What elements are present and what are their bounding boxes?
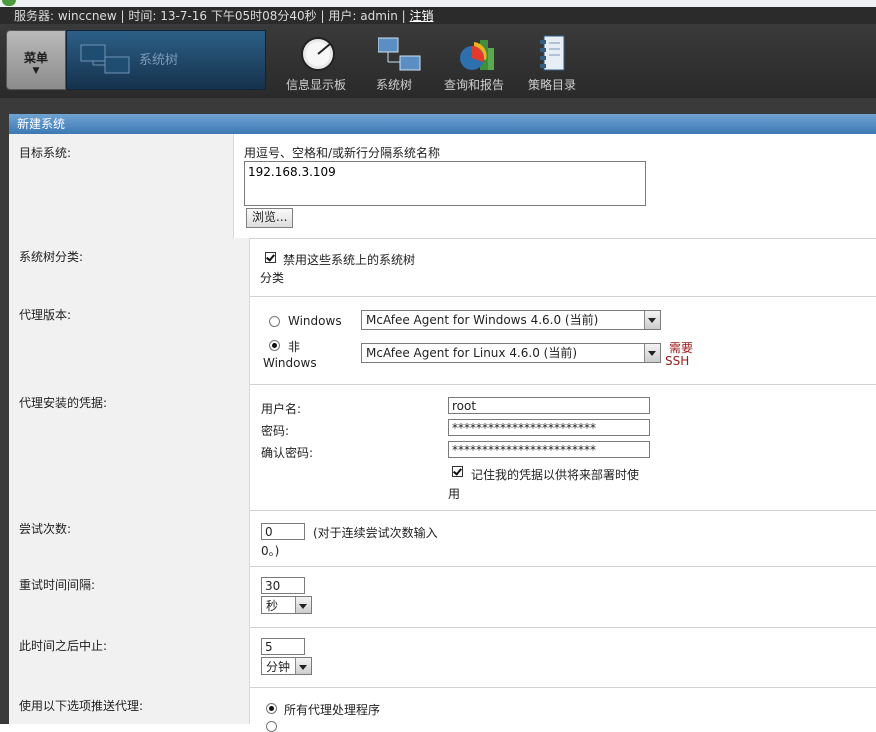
all-agent-handlers-radio[interactable] <box>266 703 277 714</box>
non-windows-radio[interactable] <box>269 340 280 351</box>
confirm-password-field[interactable] <box>448 441 650 458</box>
specific-agent-handler-radio[interactable] <box>266 721 277 732</box>
nav-item-label: 信息显示板 <box>285 78 346 92</box>
target-systems-hint: 用逗号、空格和/或新行分隔系统名称 <box>244 146 441 160</box>
attempts-label: 尝试次数: <box>19 522 72 536</box>
query-report-icon <box>460 40 494 70</box>
disable-tree-sorting-text-wrap: 分类 <box>260 271 285 285</box>
row-tree-sorting: 系统树分类: 禁用这些系统上的系统树 分类 <box>9 238 876 297</box>
menu-button-label: 菜单 <box>23 51 48 65</box>
retry-interval-unit-value: 秒 <box>266 599 279 613</box>
nav-item-system-tree[interactable]: 系统树 <box>354 32 434 94</box>
user-label: 用户: <box>328 9 357 23</box>
all-agent-handlers-label: 所有代理处理程序 <box>284 703 381 717</box>
attempts-field[interactable] <box>261 523 305 540</box>
remember-credentials-checkbox[interactable] <box>452 466 463 477</box>
policy-catalog-icon <box>540 35 565 71</box>
linux-agent-select[interactable]: McAfee Agent for Linux 4.6.0 (当前) <box>361 343 661 363</box>
linux-agent-select-value: McAfee Agent for Linux 4.6.0 (当前) <box>366 346 578 360</box>
ssh-required-note-wrap: SSH <box>665 354 690 368</box>
confirm-password-label: 确认密码: <box>261 446 314 460</box>
password-label: 密码: <box>261 424 290 438</box>
tree-sorting-label: 系统树分类: <box>19 250 84 264</box>
system-tree-icon <box>378 37 421 71</box>
chevron-down-icon <box>644 344 660 362</box>
disable-tree-sorting-text: 禁用这些系统上的系统树 <box>283 253 416 267</box>
time-label: 时间: <box>128 9 157 23</box>
status-bar: 服务器: winccnew | 时间: 13-7-16 下午05时08分40秒 … <box>0 0 876 24</box>
row-credentials: 代理安装的凭据: 用户名: 密码: 确认密码: 记住我的凭据以供将来部署时使 用 <box>9 384 876 511</box>
credentials-label: 代理安装的凭据: <box>19 396 108 410</box>
row-label-cell: 此时间之后中止: <box>9 627 250 687</box>
server-label: 服务器: <box>14 9 55 23</box>
non-windows-radio-label: 非 <box>288 340 301 354</box>
time-value: 13-7-16 下午05时08分40秒 <box>160 9 317 23</box>
nav-item-label: 策略目录 <box>527 78 576 92</box>
windows-radio[interactable] <box>269 316 280 327</box>
menu-button[interactable]: 菜单 ▼ <box>6 30 66 90</box>
abort-after-unit-select[interactable]: 分钟 <box>261 657 312 675</box>
retry-interval-unit-select[interactable]: 秒 <box>261 596 312 614</box>
push-agent-via-label: 使用以下选项推送代理: <box>19 699 144 713</box>
remember-credentials-text-wrap: 用 <box>448 487 461 501</box>
target-systems-label: 目标系统: <box>19 146 72 160</box>
row-attempts: 尝试次数: (对于连续尝试次数输入 0。) <box>9 510 876 567</box>
retry-interval-field[interactable] <box>261 577 305 594</box>
row-label-cell: 目标系统: <box>9 134 234 238</box>
server-name: winccnew <box>57 9 117 23</box>
current-section[interactable]: 系统树 <box>66 30 266 90</box>
abort-after-label: 此时间之后中止: <box>19 639 108 653</box>
abort-after-unit-value: 分钟 <box>266 660 291 674</box>
system-tree-icon <box>80 44 130 74</box>
logout-link[interactable]: 注销 <box>410 9 434 23</box>
row-label-cell: 重试时间间隔: <box>9 566 250 627</box>
windows-radio-label: Windows <box>288 314 342 328</box>
chevron-down-icon <box>295 658 311 674</box>
non-windows-radio-label-wrap: Windows <box>263 356 317 370</box>
row-label-cell: 代理安装的凭据: <box>9 384 250 510</box>
new-system-form: 目标系统: 用逗号、空格和/或新行分隔系统名称 192.168.3.109 浏览… <box>9 134 876 732</box>
target-systems-input[interactable]: 192.168.3.109 <box>244 161 646 206</box>
browse-button[interactable]: 浏览... <box>246 208 294 228</box>
nav-item-label: 查询和报告 <box>443 78 504 92</box>
nav-item-dashboard[interactable]: 信息显示板 <box>276 32 356 94</box>
row-agent-version: 代理版本: Windows McAfee Agent for Windows 4… <box>9 296 876 385</box>
username-label: 用户名: <box>261 402 302 416</box>
row-retry-interval: 重试时间间隔: 秒 <box>9 566 876 628</box>
remember-credentials-text: 记住我的凭据以供将来部署时使 <box>471 468 640 482</box>
attempts-hint-wrap: 0。) <box>261 544 280 558</box>
attempts-hint: (对于连续尝试次数输入 <box>313 526 438 540</box>
section-title: 新建系统 <box>17 117 66 131</box>
password-field[interactable] <box>448 419 650 436</box>
abort-after-field[interactable] <box>261 638 305 655</box>
agent-version-label: 代理版本: <box>19 308 72 322</box>
row-label-cell: 尝试次数: <box>9 510 250 566</box>
row-label-cell: 使用以下选项推送代理: <box>9 687 250 724</box>
username-field[interactable] <box>448 397 650 414</box>
row-abort-after: 此时间之后中止: 分钟 <box>9 627 876 688</box>
nav-item-label: 系统树 <box>375 78 412 92</box>
windows-agent-select[interactable]: McAfee Agent for Windows 4.6.0 (当前) <box>361 310 661 330</box>
chevron-down-icon: ▼ <box>32 66 40 76</box>
chevron-down-icon <box>644 311 660 329</box>
current-section-label: 系统树 <box>139 53 179 68</box>
user-name: admin <box>360 9 398 23</box>
row-target-systems: 目标系统: 用逗号、空格和/或新行分隔系统名称 192.168.3.109 浏览… <box>9 134 876 239</box>
row-label-cell: 系统树分类: <box>9 238 250 296</box>
retry-interval-label: 重试时间间隔: <box>19 578 96 592</box>
section-header: 新建系统 <box>9 114 876 134</box>
nav-item-policy-catalog[interactable]: 策略目录 <box>512 32 592 94</box>
nav-item-queries-reports[interactable]: 查询和报告 <box>434 32 514 94</box>
row-label-cell: 代理版本: <box>9 296 250 384</box>
main-navigation: 菜单 ▼ 系统树 信息显示板 系统树 查询和报告 策略目录 <box>0 24 876 98</box>
chevron-down-icon <box>295 597 311 613</box>
disable-tree-sorting-checkbox[interactable] <box>265 252 276 263</box>
windows-agent-select-value: McAfee Agent for Windows 4.6.0 (当前) <box>366 313 599 327</box>
dashboard-gauge-icon <box>301 37 335 71</box>
row-push-agent-via: 使用以下选项推送代理: 所有代理处理程序 <box>9 687 876 732</box>
